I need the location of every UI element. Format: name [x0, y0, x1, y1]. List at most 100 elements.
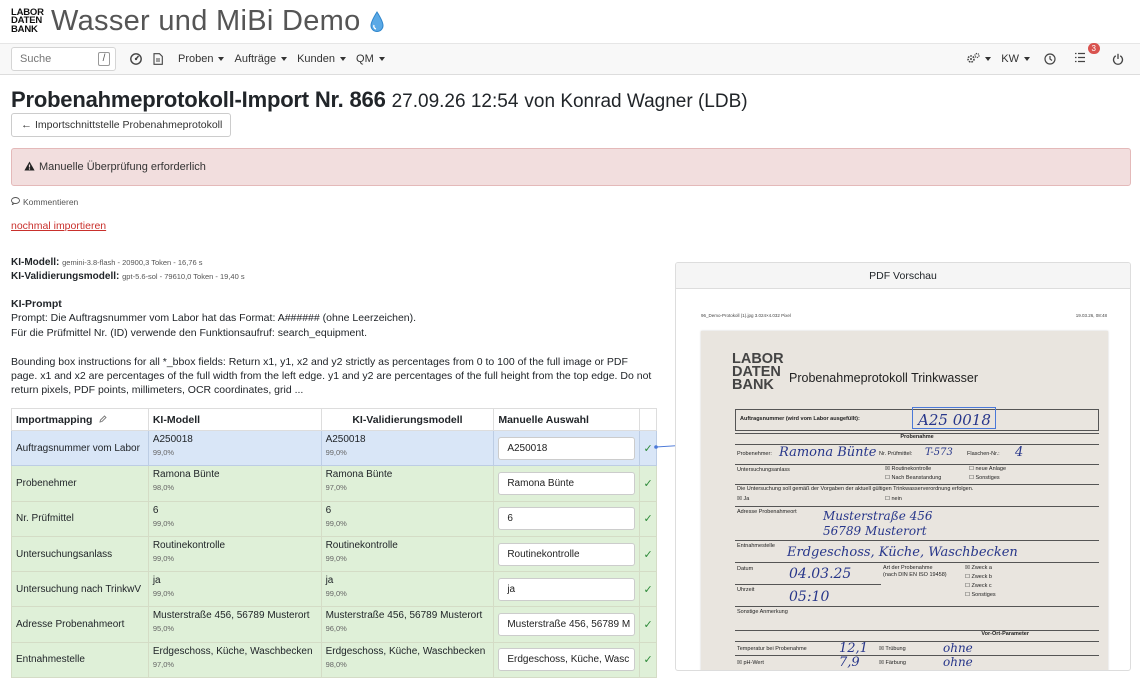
form-sampling-type: Art der Probenahme (nach DIN EN ISO 1945…: [881, 562, 1099, 606]
caret-down-icon: [1024, 57, 1030, 61]
caret-down-icon: [340, 57, 347, 61]
mapping-field-name: Probenehmer: [11, 465, 149, 502]
power-icon[interactable]: [1108, 49, 1128, 69]
ai-model-value-cell[interactable]: 6 99,0%: [147, 500, 322, 537]
settings-menu[interactable]: [966, 52, 992, 67]
ai-model-value: Erdgeschoss, Küche, Waschbecken: [152, 645, 313, 657]
pdf-timestamp: 19.03.26, 08:48: [1075, 313, 1107, 318]
ai-model-value-cell[interactable]: ja 99,0%: [147, 571, 322, 608]
checkbox-color: ☒ Färbung: [879, 660, 906, 666]
header-import-mapping: Importmapping: [11, 408, 149, 431]
form-reason-row: Untersuchungsanlass ☒ Routinekontrolle ☐…: [735, 464, 1099, 484]
table-row[interactable]: Untersuchung nach TrinkwVja99,0%ja99,0%✓: [11, 571, 657, 608]
app-title: Wasser und MiBi Demo: [51, 5, 361, 37]
ai-validation-value-cell[interactable]: A250018 99,0%: [320, 429, 495, 467]
search-input[interactable]: [12, 53, 92, 65]
ai-model-value: Musterstraße 456, 56789 Musterort: [152, 610, 310, 622]
ai-model-value-cell[interactable]: A250018 99,0%: [147, 429, 322, 467]
reimport-link[interactable]: nochmal importieren: [11, 220, 106, 232]
header-manual-selection: Manuelle Auswahl: [493, 408, 641, 431]
import-date: 27.09.26 12:54: [391, 91, 519, 112]
manual-selection-cell: [493, 429, 641, 467]
history-icon[interactable]: [1040, 49, 1060, 69]
caret-down-icon: [378, 57, 385, 61]
table-row[interactable]: Auftragsnummer vom Labor A250018 99,0% A250…: [11, 429, 657, 467]
manual-selection-input[interactable]: [498, 542, 636, 566]
ai-validation-value: Musterstraße 456, 56789 Musterort: [325, 610, 483, 622]
table-row[interactable]: Entnahmestelle Erdgeschoss, Küche, Waschb…: [11, 641, 657, 678]
ai-validation-value-cell[interactable]: Musterstraße 456, 56789 Musterort 96,0%: [320, 606, 495, 643]
menu-proben[interactable]: Proben: [178, 53, 225, 65]
menu-kw[interactable]: KW: [1001, 53, 1030, 65]
ai-validation-value: Erdgeschoss, Küche, Waschbecken: [325, 645, 486, 657]
ai-prompt: KI-Prompt Prompt: Die Auftragsnummer vom…: [11, 298, 652, 397]
ai-model-value-cell[interactable]: Erdgeschoss, Küche, Waschbecken 97,0%: [147, 641, 322, 678]
checkbox-ph: ☒ pH-Wert: [737, 660, 764, 666]
ai-model-value-cell[interactable]: Routinekontrolle 99,0%: [147, 535, 322, 573]
checkbox-purpose-b: ☐ Zweck b: [965, 574, 992, 580]
table-row[interactable]: Probenehmer Ramona Bünte 98,0% Ramona Bünte…: [11, 465, 657, 502]
ai-validation-confidence: 99,0%: [325, 589, 347, 599]
tasks-count-badge: 3: [1087, 43, 1100, 54]
document-icon[interactable]: [148, 49, 168, 69]
check-icon: ✓: [639, 571, 657, 608]
manual-selection-cell: [493, 465, 641, 502]
ai-model-value: 6: [152, 504, 159, 516]
checkbox-no: ☐ nein: [885, 496, 902, 502]
page-title: Probenahmeprotokoll-Import Nr. 866 27.09…: [11, 87, 748, 112]
checkbox-new-plant: ☐ neue Anlage: [969, 466, 1007, 472]
form-ph-row: ☒ pH-Wert 7,9 ☒ Färbung ohne: [735, 655, 1099, 670]
checkbox-purpose-other: ☐ Sonstiges: [965, 592, 996, 598]
ai-validation-value-cell[interactable]: Routinekontrolle 99,0%: [320, 535, 495, 573]
labordatenbank-logo[interactable]: LABOR DATEN BANK: [11, 8, 44, 35]
table-row[interactable]: Adresse Probenahmeort Musterstraße 456, 5…: [11, 606, 657, 643]
navbar-right: KW 3: [966, 43, 1140, 69]
form-address-row: Adresse Probenahmeort Musterstraße 456 5…: [735, 506, 1099, 540]
checkbox-other: ☐ Sonstiges: [969, 475, 1000, 481]
ai-validation-confidence: 99,0%: [325, 518, 347, 528]
table-row[interactable]: Nr. Prüfmittel699,0%699,0%✓: [11, 500, 657, 537]
manual-selection-input[interactable]: [498, 471, 636, 495]
manual-selection-input[interactable]: [498, 648, 636, 672]
ai-validation-value: Ramona Bünte: [325, 469, 393, 481]
form-notes-row: Sonstige Anmerkung: [735, 606, 1099, 630]
ai-validation-value-cell[interactable]: Erdgeschoss, Küche, Waschbecken 98,0%: [320, 641, 495, 678]
tasks-button[interactable]: 3: [1070, 43, 1100, 69]
manual-selection-cell: [493, 500, 641, 537]
back-to-import-interface-button[interactable]: ← Importschnittstelle Probenahmeprotokol…: [11, 113, 232, 137]
ai-validation-value-cell[interactable]: ja 99,0%: [320, 571, 495, 608]
mapping-field-name: Auftragsnummer vom Labor: [11, 429, 149, 467]
table-row[interactable]: Untersuchungsanlass Routinekontrolle 99,0%…: [11, 535, 657, 573]
mapping-field-name: Untersuchungsanlass: [11, 535, 149, 573]
ai-validation-model-info: KI-Validierungsmodell: gpt-5.6-sol - 796…: [11, 271, 245, 282]
form-logo: LABOR DATEN BANK: [732, 351, 784, 393]
checkbox-purpose-a: ☒ Zweck a: [965, 565, 992, 571]
ai-validation-value-cell[interactable]: Ramona Bünte 97,0%: [320, 465, 495, 502]
ai-model-value-cell[interactable]: Musterstraße 456, 56789 Musterort 95,0%: [147, 606, 322, 643]
search-box: /: [11, 47, 116, 71]
mapping-field-name: Nr. Prüfmittel: [11, 500, 149, 537]
mapping-table-body: Auftragsnummer vom Labor A250018 99,0% A250…: [11, 429, 657, 678]
dashboard-icon[interactable]: [126, 49, 146, 69]
header-ai-model: KI-Modell: [147, 408, 322, 431]
app-header: LABOR DATEN BANK Wasser und MiBi Demo: [0, 0, 1140, 43]
ai-model-value: A250018: [152, 434, 193, 445]
ai-model-value-cell[interactable]: Ramona Bünte 98,0%: [147, 465, 322, 502]
menu-auftraege[interactable]: Aufträge: [234, 53, 288, 65]
manual-selection-input[interactable]: [498, 507, 636, 531]
manual-selection-input[interactable]: [498, 613, 636, 637]
ai-validation-value-cell[interactable]: 6 99,0%: [320, 500, 495, 537]
comment-link[interactable]: Kommentieren: [11, 197, 78, 207]
ai-validation-value: A250018: [325, 434, 366, 445]
menu-qm[interactable]: QM: [356, 53, 385, 65]
pdf-page[interactable]: 96_Demo-Protokoll (1).jpg 3.024×4.032 Pi…: [694, 303, 1114, 670]
table-header-row: Importmapping KI-Modell KI-Validierungsm…: [11, 408, 657, 431]
main-navbar: / Proben Aufträge Kunden QM KW 3: [0, 43, 1140, 75]
pencil-icon[interactable]: [99, 414, 107, 426]
form-sampler-row: Probenehmer: Ramona Bünte Nr. Prüfmittel…: [735, 444, 1099, 464]
menu-kunden[interactable]: Kunden: [297, 53, 347, 65]
manual-selection-input[interactable]: [498, 436, 636, 460]
pdf-preview-panel: PDF Vorschau 96_Demo-Protokoll (1).jpg 3…: [675, 262, 1131, 671]
manual-selection-input[interactable]: [498, 577, 636, 601]
ai-validation-confidence: 96,0%: [325, 624, 347, 634]
